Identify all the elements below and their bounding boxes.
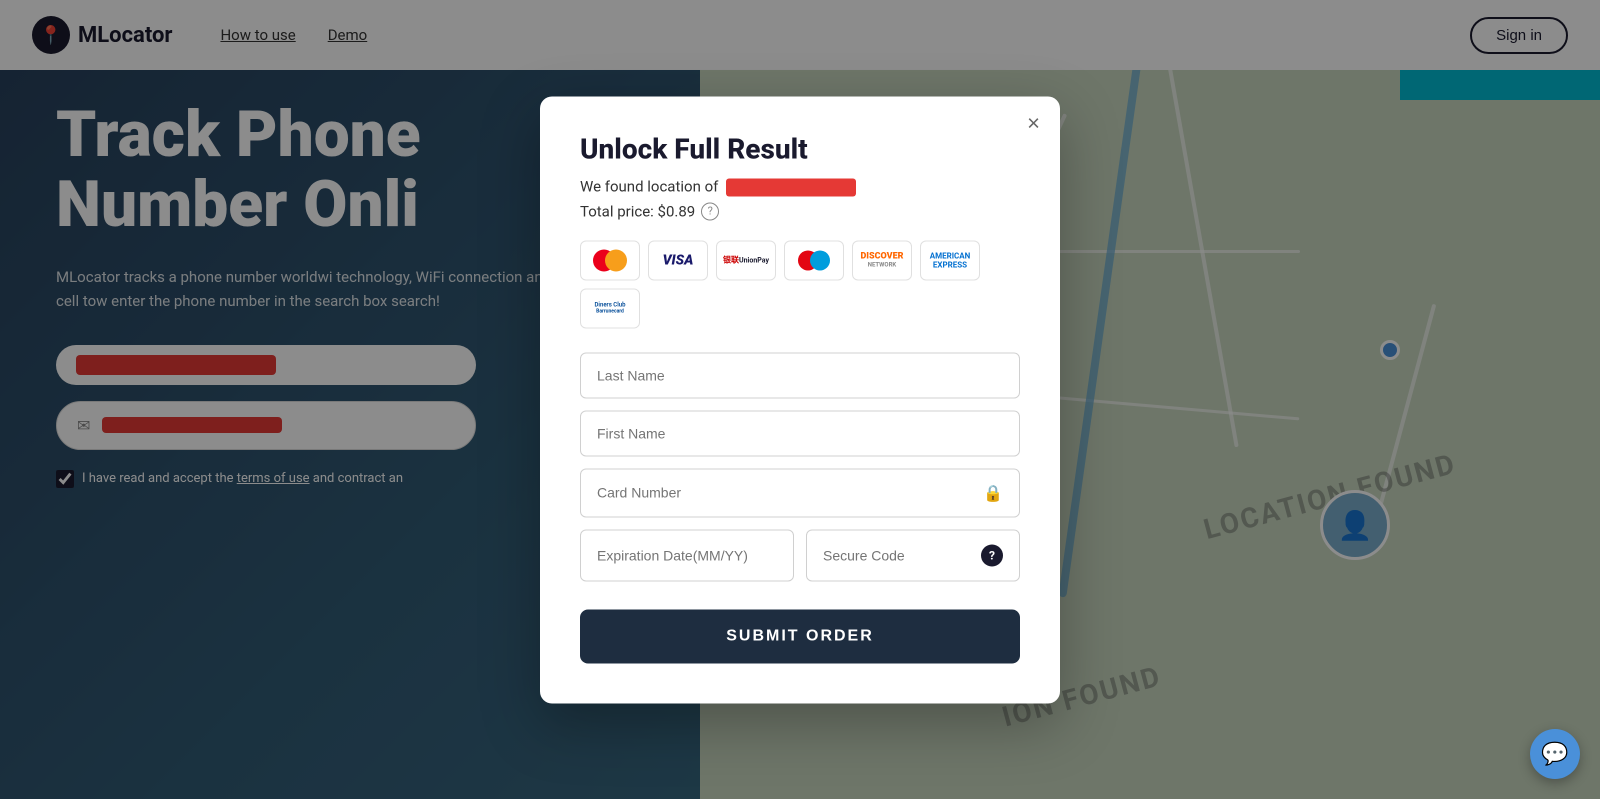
expiry-input[interactable] xyxy=(597,547,777,563)
discover-logo: DISCOVER NETWORK xyxy=(852,240,912,280)
price-help-icon[interactable]: ? xyxy=(701,202,719,220)
redacted-name xyxy=(726,178,856,196)
modal-title: Unlock Full Result xyxy=(580,132,1020,165)
modal-subtitle: We found location of xyxy=(580,177,1020,196)
expiry-field[interactable] xyxy=(580,529,794,581)
card-number-input[interactable] xyxy=(597,485,983,501)
first-name-field[interactable] xyxy=(580,410,1020,456)
unlock-modal: × Unlock Full Result We found location o… xyxy=(540,96,1060,703)
last-name-field[interactable] xyxy=(580,352,1020,398)
visa-logo: VISA xyxy=(648,240,708,280)
card-details-row: ? xyxy=(580,529,1020,581)
card-logos: VISA 银联UnionPay DISCOVER NETWORK AMERICA… xyxy=(580,240,1020,328)
diners-logo: Diners Club Barrunecard xyxy=(580,288,640,328)
mastercard-logo xyxy=(580,240,640,280)
modal-price: Total price: $0.89 ? xyxy=(580,202,1020,220)
secure-code-input[interactable] xyxy=(823,547,981,563)
chat-bubble[interactable]: 💬 xyxy=(1530,729,1580,779)
amex-logo: AMERICAN EXPRESS xyxy=(920,240,980,280)
card-number-field[interactable]: 🔒 xyxy=(580,468,1020,517)
last-name-input[interactable] xyxy=(597,367,1003,383)
unionpay-logo: 银联UnionPay xyxy=(716,240,776,280)
first-name-input[interactable] xyxy=(597,425,1003,441)
submit-order-button[interactable]: SUBMIT ORDER xyxy=(580,609,1020,663)
close-button[interactable]: × xyxy=(1027,112,1040,134)
maestro-logo xyxy=(784,240,844,280)
secure-code-field[interactable]: ? xyxy=(806,529,1020,581)
chat-icon: 💬 xyxy=(1541,742,1568,767)
lock-icon: 🔒 xyxy=(983,483,1003,502)
secure-code-help-icon[interactable]: ? xyxy=(981,544,1003,566)
